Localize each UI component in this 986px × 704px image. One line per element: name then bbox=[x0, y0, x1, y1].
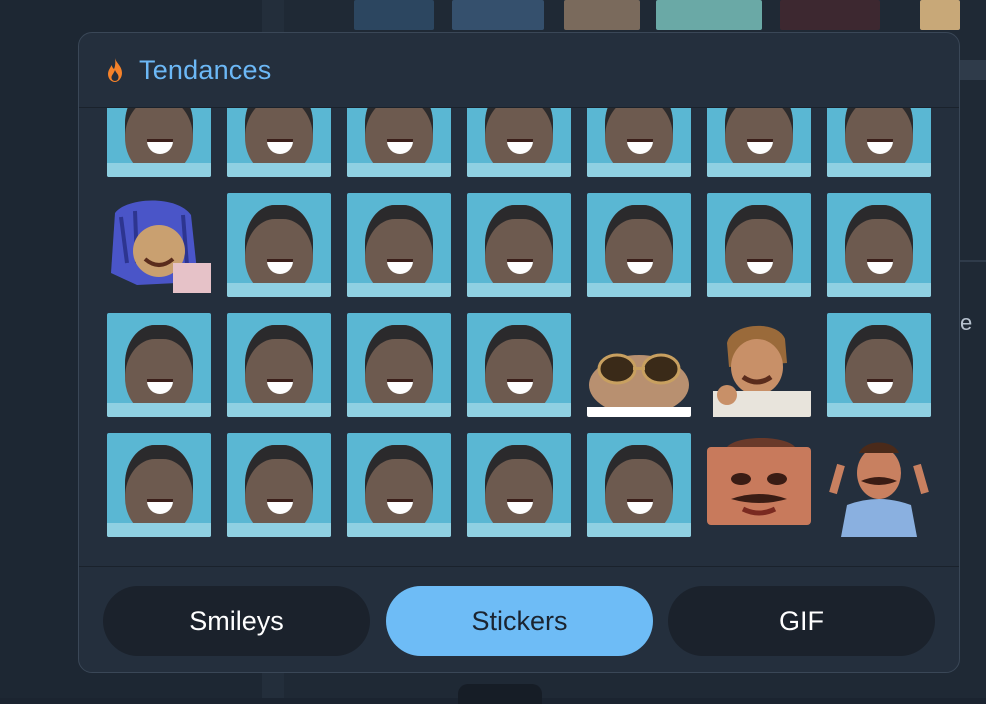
sticker-blue-hair-character[interactable] bbox=[107, 193, 211, 297]
sticker-collar bbox=[467, 283, 571, 297]
sticker-laugh-face[interactable] bbox=[587, 108, 691, 177]
sticker-collar bbox=[227, 163, 331, 177]
sticker-laugh-face[interactable] bbox=[227, 313, 331, 417]
sticker-laugh-face[interactable] bbox=[467, 108, 571, 177]
sticker-collar bbox=[587, 523, 691, 537]
sticker-laugh-face[interactable] bbox=[827, 193, 931, 297]
picker-tabs: Smileys Stickers GIF bbox=[79, 566, 959, 672]
background-tab bbox=[458, 684, 542, 704]
sticker-collar bbox=[707, 283, 811, 297]
sticker-collar bbox=[827, 283, 931, 297]
sticker-collar bbox=[347, 283, 451, 297]
sticker-grid bbox=[107, 108, 931, 537]
sticker-laugh-face[interactable] bbox=[587, 433, 691, 537]
sticker-collar bbox=[347, 163, 451, 177]
sticker-laugh-face[interactable] bbox=[347, 193, 451, 297]
sticker-laugh-face[interactable] bbox=[467, 313, 571, 417]
tab-stickers[interactable]: Stickers bbox=[386, 586, 653, 656]
sticker-collar bbox=[587, 163, 691, 177]
sticker-collar bbox=[827, 163, 931, 177]
sticker-laugh-face[interactable] bbox=[107, 108, 211, 177]
sticker-laugh-face[interactable] bbox=[347, 313, 451, 417]
background-divider bbox=[960, 260, 986, 262]
sticker-laugh-face[interactable] bbox=[107, 313, 211, 417]
sticker-laugh-face[interactable] bbox=[227, 108, 331, 177]
sticker-laugh-face[interactable] bbox=[227, 193, 331, 297]
sticker-laugh-face[interactable] bbox=[347, 433, 451, 537]
sticker-mustache-man-shrug-graphic bbox=[829, 442, 929, 537]
sticker-mustache-man-crying-graphic bbox=[707, 438, 811, 525]
sticker-blue-hair-character-graphic bbox=[111, 200, 211, 293]
sticker-laugh-face[interactable] bbox=[467, 433, 571, 537]
sticker-laugh-face[interactable] bbox=[347, 108, 451, 177]
background-thumbnail bbox=[452, 0, 544, 30]
tab-gif[interactable]: GIF bbox=[668, 586, 935, 656]
sticker-laugh-face[interactable] bbox=[587, 193, 691, 297]
sticker-collar bbox=[107, 163, 211, 177]
sticker-collar bbox=[467, 403, 571, 417]
background-thumbnail bbox=[656, 0, 762, 30]
sticker-collar bbox=[107, 403, 211, 417]
sticker-laughing-man[interactable] bbox=[707, 313, 811, 417]
sticker-collar bbox=[227, 403, 331, 417]
sticker-mustache-man-shrug[interactable] bbox=[827, 433, 931, 537]
sticker-laugh-face[interactable] bbox=[107, 433, 211, 537]
sticker-collar bbox=[827, 403, 931, 417]
sticker-laugh-face[interactable] bbox=[227, 433, 331, 537]
sticker-collar bbox=[467, 523, 571, 537]
sticker-grid-scroll[interactable] bbox=[79, 108, 959, 566]
sticker-laugh-face[interactable] bbox=[467, 193, 571, 297]
sticker-laughing-man-graphic bbox=[713, 325, 811, 417]
background-thumbnail bbox=[354, 0, 434, 30]
sticker-laugh-face[interactable] bbox=[707, 108, 811, 177]
sticker-collar bbox=[227, 283, 331, 297]
sticker-mustache-man-crying[interactable] bbox=[707, 433, 811, 537]
background-text: e bbox=[960, 310, 973, 335]
background-thumbnail bbox=[780, 0, 880, 30]
sticker-cat-sunglasses[interactable] bbox=[587, 313, 691, 417]
tab-smileys[interactable]: Smileys bbox=[103, 586, 370, 656]
background-block bbox=[960, 60, 986, 80]
sticker-collar bbox=[707, 163, 811, 177]
sticker-cat-sunglasses-graphic bbox=[587, 353, 691, 417]
panel-header: Tendances bbox=[79, 33, 959, 108]
sticker-laugh-face[interactable] bbox=[827, 313, 931, 417]
sticker-collar bbox=[107, 523, 211, 537]
sticker-collar bbox=[347, 403, 451, 417]
sticker-laugh-face[interactable] bbox=[827, 108, 931, 177]
sticker-collar bbox=[587, 283, 691, 297]
panel-title: Tendances bbox=[139, 54, 272, 85]
background-thumbnail bbox=[564, 0, 640, 30]
sticker-collar bbox=[467, 163, 571, 177]
background-thumbnail bbox=[920, 0, 960, 30]
background-media-strip bbox=[340, 0, 960, 30]
sticker-laugh-face[interactable] bbox=[707, 193, 811, 297]
fire-icon bbox=[103, 57, 127, 83]
sticker-collar bbox=[227, 523, 331, 537]
sticker-picker-panel: Tendances Smileys Stickers GIF bbox=[78, 32, 960, 673]
sticker-collar bbox=[347, 523, 451, 537]
